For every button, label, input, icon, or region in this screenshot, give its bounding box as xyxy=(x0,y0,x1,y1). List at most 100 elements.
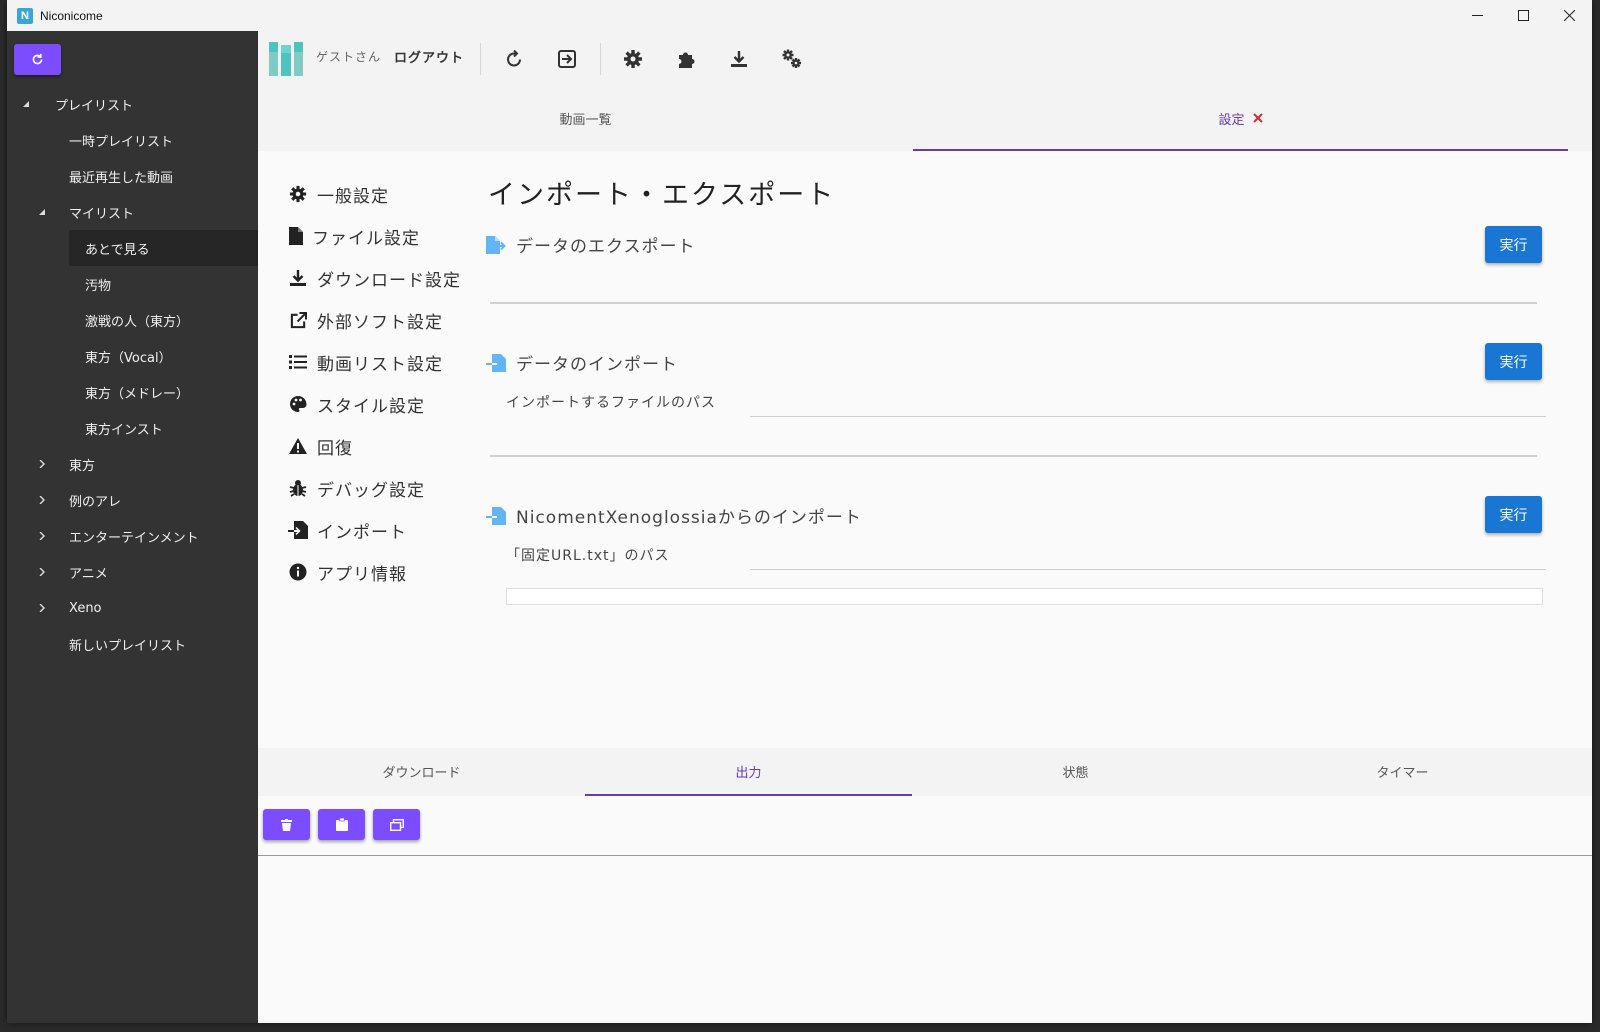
xeno-import-run-button[interactable]: 実行 xyxy=(1485,496,1542,533)
sidebar-item[interactable]: 一時プレイリスト xyxy=(7,122,258,158)
section-divider xyxy=(490,302,1537,304)
settings-nav-label: 外部ソフト設定 xyxy=(317,312,443,333)
import-run-button[interactable]: 実行 xyxy=(1485,343,1542,380)
section-export-heading: データのエクスポート xyxy=(486,232,696,257)
sidebar-item[interactable]: 東方 xyxy=(7,446,258,482)
tab-output[interactable]: 出力 xyxy=(585,748,912,796)
close-tab-button[interactable] xyxy=(1252,113,1263,123)
sidebar-item[interactable]: 新しいプレイリスト xyxy=(7,626,258,662)
settings-nav-label: アプリ情報 xyxy=(317,564,407,585)
expanded-triangle-icon[interactable] xyxy=(21,99,31,109)
expanded-triangle-icon[interactable] xyxy=(37,207,47,217)
popout-output-button[interactable] xyxy=(373,809,420,840)
list-icon xyxy=(289,355,307,369)
copy-output-button[interactable] xyxy=(318,809,365,840)
sidebar: プレイリスト一時プレイリスト 最近再生した動画 マイリストあとで見る 汚物激戦の人（東… xyxy=(7,31,258,1023)
download-button[interactable] xyxy=(727,47,751,71)
sidebar-item[interactable]: エンターテインメント xyxy=(7,518,258,554)
sidebar-item[interactable]: アニメ xyxy=(7,554,258,590)
sidebar-item[interactable]: マイリスト xyxy=(7,194,258,230)
tab-video-list[interactable]: 動画一覧 xyxy=(258,87,913,149)
chevron-right-icon[interactable] xyxy=(37,495,47,505)
import-path-input[interactable] xyxy=(750,392,1546,417)
file-icon xyxy=(289,227,303,245)
settings-nav-video-list[interactable]: 動画リスト設定 xyxy=(288,348,443,376)
sidebar-item[interactable]: プレイリスト xyxy=(7,86,258,122)
sidebar-item[interactable]: 汚物 xyxy=(7,266,258,302)
sidebar-item[interactable]: 東方（メドレー） xyxy=(7,374,258,410)
playlist-tree: プレイリスト一時プレイリスト 最近再生した動画 マイリストあとで見る 汚物激戦の人（東… xyxy=(7,86,258,662)
section-xeno-import-heading: NicomentXenoglossiaからのインポート xyxy=(486,503,862,528)
bug-icon xyxy=(289,480,307,497)
sign-in-button[interactable] xyxy=(555,47,579,71)
settings-nav-style[interactable]: スタイル設定 xyxy=(288,390,425,418)
settings-nav-download[interactable]: ダウンロード設定 xyxy=(288,264,461,292)
tab-timer[interactable]: タイマー xyxy=(1239,748,1566,794)
file-export-icon xyxy=(486,235,506,254)
fixed-url-path-label: 「固定URL.txt」のパス xyxy=(506,548,670,564)
logout-button[interactable]: ログアウト xyxy=(394,47,464,66)
settings-nav-general[interactable]: 一般設定 xyxy=(288,180,389,208)
maximize-button[interactable] xyxy=(1500,0,1546,31)
sidebar-item[interactable]: 激戦の人（東方） xyxy=(7,302,258,338)
tab-label: 出力 xyxy=(735,765,762,781)
sidebar-item[interactable]: 最近再生した動画 xyxy=(7,158,258,194)
settings-panel: 一般設定 ファイル設定 ダウンロード設定 外部ソフト設定 動画リスト設定 スタイ… xyxy=(258,151,1592,748)
refresh-icon xyxy=(507,50,521,67)
settings-nav-app-info[interactable]: アプリ情報 xyxy=(288,558,407,586)
puzzle-icon xyxy=(679,52,695,68)
chevron-right-icon[interactable] xyxy=(37,459,47,469)
tab-label: 状態 xyxy=(1062,765,1089,781)
tab-settings[interactable]: 設定 xyxy=(913,87,1568,151)
maximize-icon xyxy=(1517,10,1529,21)
sidebar-item-label: 一時プレイリスト xyxy=(69,134,174,150)
addon-button[interactable] xyxy=(674,47,698,71)
clear-output-button[interactable] xyxy=(263,809,310,840)
external-link-icon xyxy=(290,311,307,328)
chevron-right-icon[interactable] xyxy=(37,567,47,577)
fixed-url-path-input[interactable] xyxy=(750,545,1546,570)
settings-nav-label: ファイル設定 xyxy=(312,228,420,249)
sidebar-item[interactable]: 例のアレ xyxy=(7,482,258,518)
settings-button[interactable] xyxy=(621,47,645,71)
file-import-icon xyxy=(288,521,308,539)
sidebar-item[interactable]: あとで見る xyxy=(69,230,258,266)
tab-status[interactable]: 状態 xyxy=(912,748,1239,794)
minimize-button[interactable] xyxy=(1454,0,1500,31)
settings-nav-debug[interactable]: デバッグ設定 xyxy=(288,474,425,502)
section-divider xyxy=(490,455,1537,457)
settings-nav-label: 一般設定 xyxy=(317,186,389,207)
chevron-right-icon[interactable] xyxy=(37,531,47,541)
tab-download[interactable]: ダウンロード xyxy=(258,748,585,794)
toolbar: ゲストさん ログアウト xyxy=(258,31,1592,87)
advanced-settings-button[interactable] xyxy=(780,47,804,71)
niconicome-logo-icon xyxy=(269,42,303,76)
settings-nav-label: スタイル設定 xyxy=(317,396,425,417)
tab-label: 設定 xyxy=(1218,112,1245,128)
settings-nav-label: インポート xyxy=(317,522,407,543)
settings-nav-label: デバッグ設定 xyxy=(317,480,425,501)
settings-nav-import[interactable]: インポート xyxy=(288,516,407,544)
sidebar-item-label: 激戦の人（東方） xyxy=(85,314,190,330)
app-logo-icon: N xyxy=(17,7,33,24)
reload-button[interactable] xyxy=(502,47,526,71)
sidebar-item-label: 最近再生した動画 xyxy=(69,170,174,186)
sidebar-item-label: マイリスト xyxy=(69,206,135,222)
refresh-playlist-button[interactable] xyxy=(14,44,61,75)
sidebar-item[interactable]: Xeno xyxy=(7,590,258,626)
close-window-button[interactable] xyxy=(1546,0,1592,31)
settings-nav-file[interactable]: ファイル設定 xyxy=(288,222,420,250)
sidebar-item[interactable]: 東方（Vocal） xyxy=(7,338,258,374)
sidebar-item-label: Xeno xyxy=(69,600,102,616)
toolbar-divider xyxy=(600,43,601,75)
page-title: インポート・エクスポート xyxy=(488,180,836,211)
sidebar-item-label: 新しいプレイリスト xyxy=(69,638,187,654)
settings-nav-recovery[interactable]: 回復 xyxy=(288,432,353,460)
export-run-button[interactable]: 実行 xyxy=(1485,226,1542,263)
sidebar-item[interactable]: 東方インスト xyxy=(7,410,258,446)
section-title: データのインポート xyxy=(516,355,678,375)
chevron-right-icon[interactable] xyxy=(37,603,47,613)
minimize-icon xyxy=(1471,15,1483,16)
settings-nav-external-software[interactable]: 外部ソフト設定 xyxy=(288,306,443,334)
tab-label: 動画一覧 xyxy=(559,112,612,128)
